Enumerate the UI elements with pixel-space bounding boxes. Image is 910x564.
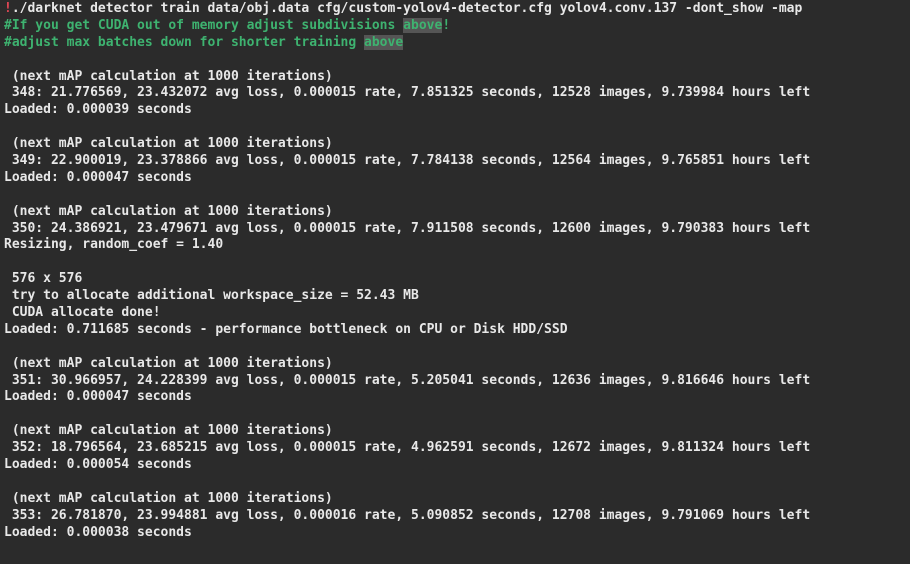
map-calc-line: (next mAP calculation at 1000 iterations…: [4, 356, 906, 373]
map-calc-line: (next mAP calculation at 1000 iterations…: [4, 204, 906, 221]
loaded-line: Loaded: 0.000038 seconds: [4, 525, 906, 542]
comment-maxbatches: #adjust max batches down for shorter tra…: [4, 35, 906, 52]
map-calc-line: (next mAP calculation at 1000 iterations…: [4, 423, 906, 440]
comment-cuda-suffix: !: [442, 18, 450, 33]
iteration-stats-line: 351: 30.966957, 24.228399 avg loss, 0.00…: [4, 373, 906, 390]
iteration-stats-line: 348: 21.776569, 23.432072 avg loss, 0.00…: [4, 85, 906, 102]
blank-line: [4, 474, 906, 491]
loaded-bottleneck-line: Loaded: 0.711685 seconds - performance b…: [4, 322, 906, 339]
blank-line: [4, 339, 906, 356]
comment-maxb-highlight: above: [364, 35, 403, 50]
iteration-stats-line: 349: 22.900019, 23.378866 avg loss, 0.00…: [4, 153, 906, 170]
map-calc-line: (next mAP calculation at 1000 iterations…: [4, 491, 906, 508]
iteration-stats-line: 353: 26.781870, 23.994881 avg loss, 0.00…: [4, 508, 906, 525]
workspace-line: try to allocate additional workspace_siz…: [4, 288, 906, 305]
map-calc-line: (next mAP calculation at 1000 iterations…: [4, 69, 906, 86]
blank-line: [4, 52, 906, 69]
resizing-line: Resizing, random_coef = 1.40: [4, 237, 906, 254]
loaded-line: Loaded: 0.000039 seconds: [4, 102, 906, 119]
blank-line: [4, 187, 906, 204]
iteration-stats-line: 352: 18.796564, 23.685215 avg loss, 0.00…: [4, 440, 906, 457]
blank-line: [4, 119, 906, 136]
command-bang: !: [4, 1, 12, 16]
loaded-line: Loaded: 0.000047 seconds: [4, 389, 906, 406]
iteration-stats-line: 350: 24.386921, 23.479671 avg loss, 0.00…: [4, 221, 906, 238]
command-line: !./darknet detector train data/obj.data …: [4, 1, 906, 18]
comment-maxb-prefix: #adjust max batches down for shorter tra…: [4, 35, 364, 50]
comment-cuda-prefix: #If you get CUDA out of memory adjust su…: [4, 18, 403, 33]
comment-cuda-highlight: above: [403, 18, 442, 33]
map-calc-line: (next mAP calculation at 1000 iterations…: [4, 136, 906, 153]
dims-line: 576 x 576: [4, 271, 906, 288]
cuda-done-line: CUDA allocate done!: [4, 305, 906, 322]
blank-line: [4, 254, 906, 271]
blank-line: [4, 406, 906, 423]
loaded-line: Loaded: 0.000047 seconds: [4, 170, 906, 187]
command-text: ./darknet detector train data/obj.data c…: [12, 1, 803, 16]
comment-cuda: #If you get CUDA out of memory adjust su…: [4, 18, 906, 35]
loaded-line: Loaded: 0.000054 seconds: [4, 457, 906, 474]
